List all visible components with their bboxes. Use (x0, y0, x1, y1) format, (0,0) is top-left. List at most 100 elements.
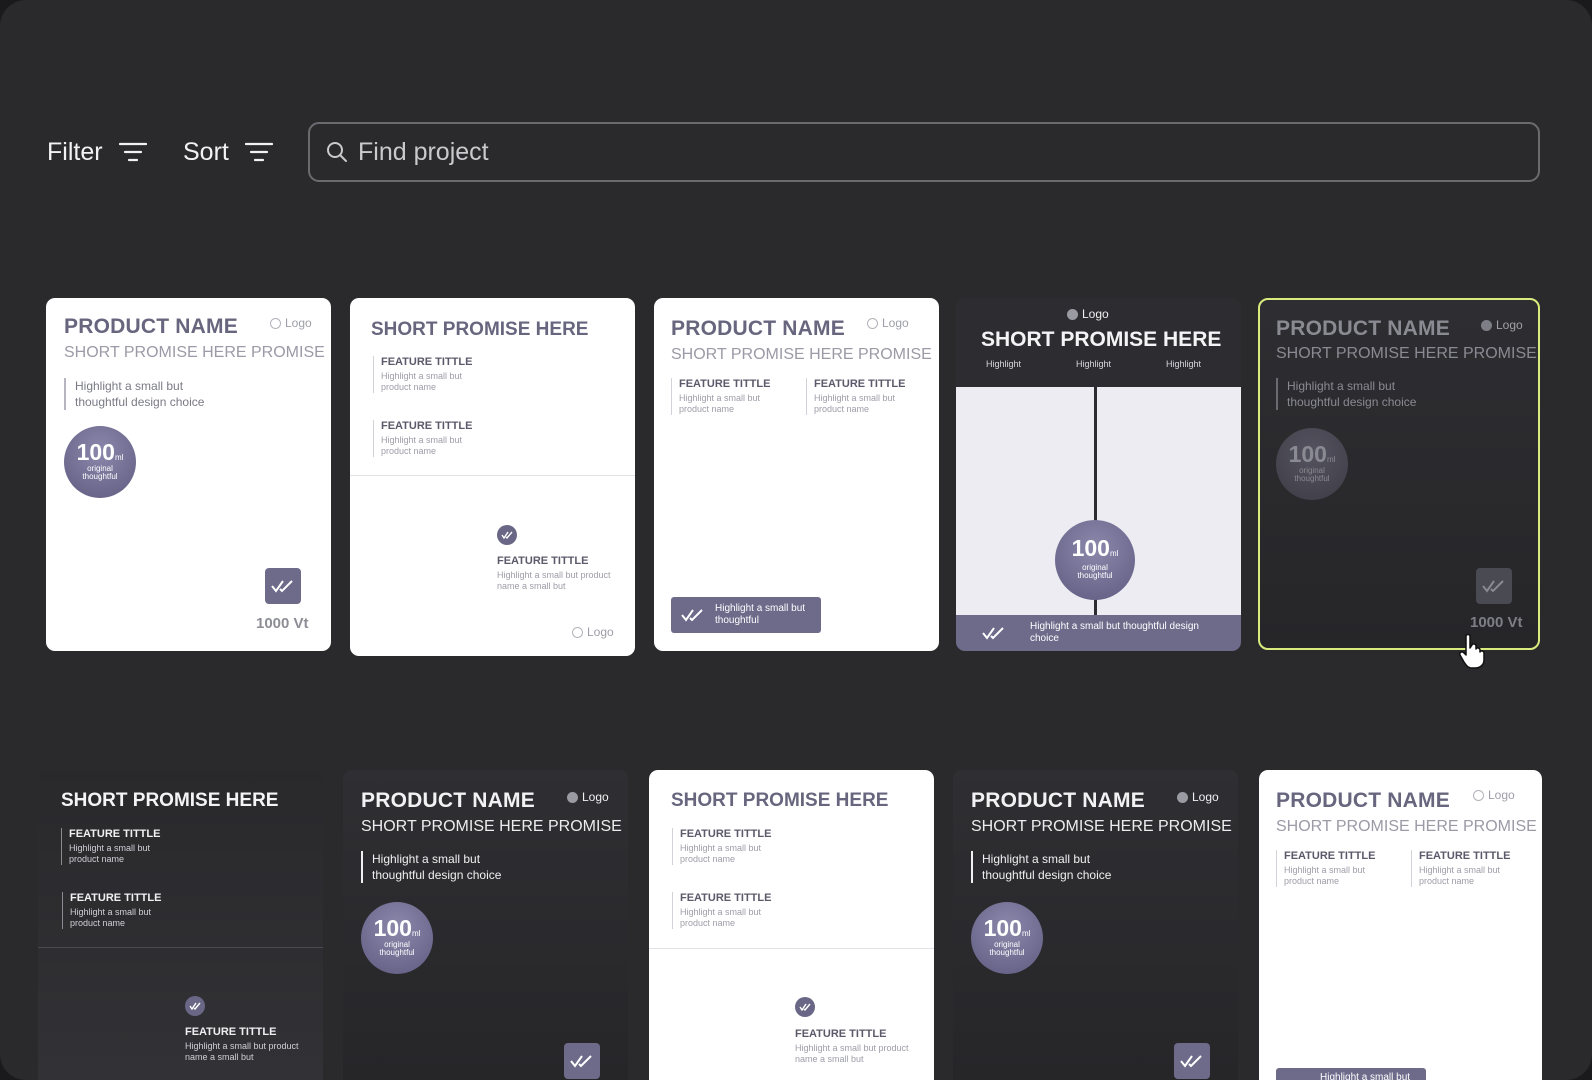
feature-title: FEATURE TITTLE (1284, 850, 1376, 862)
feature-title: FEATURE TITTLE (795, 1028, 887, 1040)
feature-item: FEATURE TITTLE Highlight a small but produ… (1411, 850, 1510, 887)
feature-title: FEATURE TITTLE (381, 356, 473, 368)
feature-desc: Highlight a small but (381, 435, 463, 445)
volume-badge: 100ml original thoughtful (64, 426, 136, 498)
short-promise-title: SHORT PROMISE HERE (671, 790, 889, 811)
logo-icon (1067, 308, 1078, 320)
product-name: PRODUCT NAME (671, 317, 845, 340)
feature-desc: Highlight a small but (70, 907, 152, 917)
filter-button[interactable]: Filter (47, 134, 147, 170)
search-input[interactable] (358, 137, 1508, 167)
logo: Logo (572, 625, 614, 639)
feature-item: FEATURE TITTLE Highlight a small but prod… (795, 1028, 909, 1065)
feature-item: FEATURE TITTLE Highlight a small but produ… (671, 378, 770, 415)
template-card[interactable]: PRODUCT NAME Logo SHORT PROMISE HERE PRO… (953, 770, 1238, 1080)
divider (350, 475, 635, 476)
feature-title: FEATURE TITTLE (679, 378, 771, 390)
feature-desc: product name (1284, 876, 1340, 886)
badge-caption: thoughtful (1294, 474, 1330, 483)
feature-item: FEATURE TITTLE Highlight a small but prod… (185, 1026, 299, 1063)
double-check-icon (982, 627, 1004, 640)
toolbar: Filter Sort (47, 122, 1540, 182)
volume-unit: ml (1021, 929, 1031, 938)
badge-caption: thoughtful (82, 472, 118, 481)
feature-desc: Highlight a small but (680, 843, 762, 853)
volume-value: 100 (1288, 441, 1327, 467)
logo-icon (1177, 791, 1188, 803)
banner-text: Highlight a small but thoughtful design c… (1030, 621, 1199, 645)
volume-value: 100 (1071, 535, 1110, 561)
feature-item: FEATURE TITTLE Highlight a small but produ… (373, 420, 472, 457)
template-card[interactable]: PRODUCT NAME Logo SHORT PROMISE HERE PRO… (1259, 770, 1542, 1080)
double-check-icon (265, 568, 301, 604)
feature-desc: Highlight a small but product (795, 1043, 909, 1053)
divider (649, 948, 934, 949)
volume-badge: 100ml original thoughtful (1276, 428, 1348, 500)
logo: Logo (1177, 790, 1219, 804)
template-card[interactable]: SHORT PROMISE HERE FEATURE TITTLE Highlig… (649, 770, 934, 1080)
highlight-label: Highlight (986, 359, 1022, 369)
feature-desc: Highlight a small but (814, 393, 896, 403)
highlight-banner: Highlight a small but thoughtful design c… (956, 615, 1241, 651)
sort-button[interactable]: Sort (183, 134, 273, 170)
template-card[interactable]: PRODUCT NAME Logo SHORT PROMISE HERE PRO… (654, 298, 939, 651)
feature-item: FEATURE TITTLE Highlight a small but produ… (62, 892, 161, 929)
feature-desc: name a small but (497, 581, 566, 591)
logo-text: Logo (587, 625, 614, 639)
search-box[interactable] (308, 122, 1540, 182)
short-promise: SHORT PROMISE HERE PROMISE (1276, 345, 1537, 362)
template-card[interactable]: PRODUCT NAME Logo SHORT PROMISE HERE PRO… (46, 298, 331, 651)
feature-item: FEATURE TITTLE Highlight a small but prod… (497, 555, 611, 592)
short-promise: SHORT PROMISE HERE PROMISE (64, 344, 325, 361)
template-card[interactable]: Logo SHORT PROMISE HERE Highlight Highli… (956, 298, 1241, 651)
logo: Logo (1473, 788, 1515, 802)
double-check-icon (1476, 568, 1512, 604)
feature-title: FEATURE TITTLE (680, 892, 772, 904)
double-check-icon (1174, 1043, 1210, 1079)
short-promise: SHORT PROMISE HERE PROMISE (971, 818, 1232, 835)
product-name: PRODUCT NAME (64, 315, 238, 338)
logo-text: Logo (285, 316, 312, 330)
sort-icon (244, 142, 273, 162)
feature-title: FEATURE TITTLE (185, 1026, 277, 1038)
feature-item: FEATURE TITTLE Highlight a small but produ… (1276, 850, 1375, 887)
logo-text: Logo (1082, 307, 1109, 321)
highlight-line: Highlight a small but (372, 852, 481, 866)
highlight-pill: Highlight a small but thoughtful (671, 597, 821, 633)
highlight-line: Highlight a small but (982, 852, 1091, 866)
short-promise-title: SHORT PROMISE HERE (371, 319, 589, 340)
highlight-label: Highlight (1076, 359, 1112, 369)
volume-badge: 100ml original thoughtful (1055, 520, 1135, 600)
template-card[interactable]: SHORT PROMISE HERE FEATURE TITTLE Highlig… (350, 298, 635, 656)
feature-desc: Highlight a small but (69, 843, 151, 853)
price: 1000 Vt (256, 615, 309, 632)
pill-line: thoughtful (715, 615, 759, 626)
product-name: PRODUCT NAME (1276, 317, 1450, 340)
filter-label: Filter (47, 137, 103, 166)
feature-title: FEATURE TITTLE (381, 420, 473, 432)
logo-text: Logo (1496, 318, 1523, 332)
pill-text: Highlight a small but thoughtful (715, 603, 805, 627)
product-name: PRODUCT NAME (1276, 789, 1450, 812)
feature-desc: name a small but (795, 1054, 864, 1064)
badge-caption: thoughtful (379, 948, 415, 957)
short-promise: SHORT PROMISE HERE PROMISE (361, 818, 622, 835)
highlight-line: thoughtful design choice (372, 868, 502, 882)
feature-title: FEATURE TITTLE (497, 555, 589, 567)
volume-badge: 100ml original thoughtful (971, 902, 1043, 974)
banner-line: choice (1030, 633, 1059, 644)
feature-desc: product name (680, 918, 736, 928)
template-card[interactable]: SHORT PROMISE HERE FEATURE TITTLE Highlig… (38, 770, 323, 1080)
template-card[interactable]: PRODUCT NAME Logo SHORT PROMISE HERE PRO… (343, 770, 628, 1080)
filter-icon (118, 142, 147, 162)
feature-desc: Highlight a small but (1419, 865, 1501, 875)
template-card-selected[interactable]: PRODUCT NAME Logo SHORT PROMISE HERE PRO… (1258, 298, 1540, 650)
double-check-icon (681, 609, 703, 622)
sort-label: Sort (183, 137, 229, 166)
banner-line: Highlight a small but thoughtful design (1030, 621, 1199, 632)
short-promise: SHORT PROMISE HERE PROMISE (671, 346, 932, 363)
volume-badge: 100ml original thoughtful (361, 902, 433, 974)
feature-item: FEATURE TITTLE Highlight a small but produ… (61, 828, 160, 865)
highlight-line: Highlight a small but (1287, 379, 1396, 393)
volume-unit: ml (411, 929, 421, 938)
